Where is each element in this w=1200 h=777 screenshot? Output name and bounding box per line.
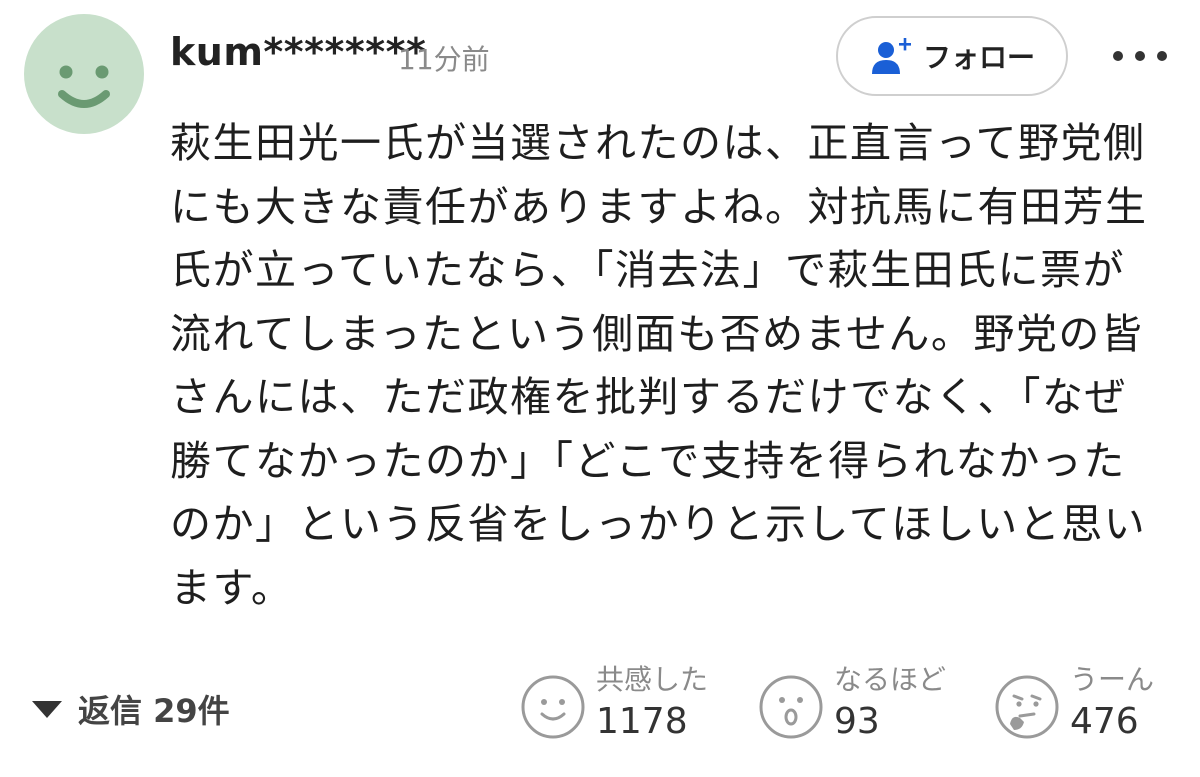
- avatar[interactable]: [24, 14, 144, 134]
- follow-button[interactable]: フォロー: [836, 16, 1068, 96]
- more-options-button[interactable]: [1108, 36, 1172, 76]
- reaction-hmm-button[interactable]: うーん 476: [994, 660, 1154, 744]
- reaction-label: 共感した: [596, 663, 709, 696]
- author-name[interactable]: kum********: [170, 30, 426, 74]
- triangle-down-icon: [32, 701, 62, 718]
- reaction-count: 476: [1070, 701, 1139, 742]
- follow-label: フォロー: [922, 41, 1035, 74]
- post-timestamp: 11分前: [398, 43, 490, 76]
- replies-label: 返信 29件: [78, 692, 230, 730]
- avatar-face-icon: [58, 65, 110, 108]
- smile-face-icon: [520, 674, 586, 740]
- reaction-label: なるほど: [834, 663, 947, 696]
- reaction-label: うーん: [1070, 663, 1155, 696]
- comment-text: 萩生田光一氏が当選されたのは、正直言って野党側にも大きな責任がありますよね。対抗…: [170, 119, 1148, 612]
- thinking-face-icon: [994, 674, 1060, 740]
- reaction-insightful-button[interactable]: なるほど 93: [758, 660, 946, 744]
- more-dots-icon: [1113, 51, 1167, 61]
- add-user-icon: [871, 38, 911, 74]
- replies-toggle[interactable]: 返信 29件: [30, 686, 230, 732]
- surprised-face-icon: [758, 674, 824, 740]
- reaction-count: 1178: [596, 701, 688, 742]
- reaction-empathy-button[interactable]: 共感した 1178: [520, 660, 708, 744]
- reaction-count: 93: [834, 701, 880, 742]
